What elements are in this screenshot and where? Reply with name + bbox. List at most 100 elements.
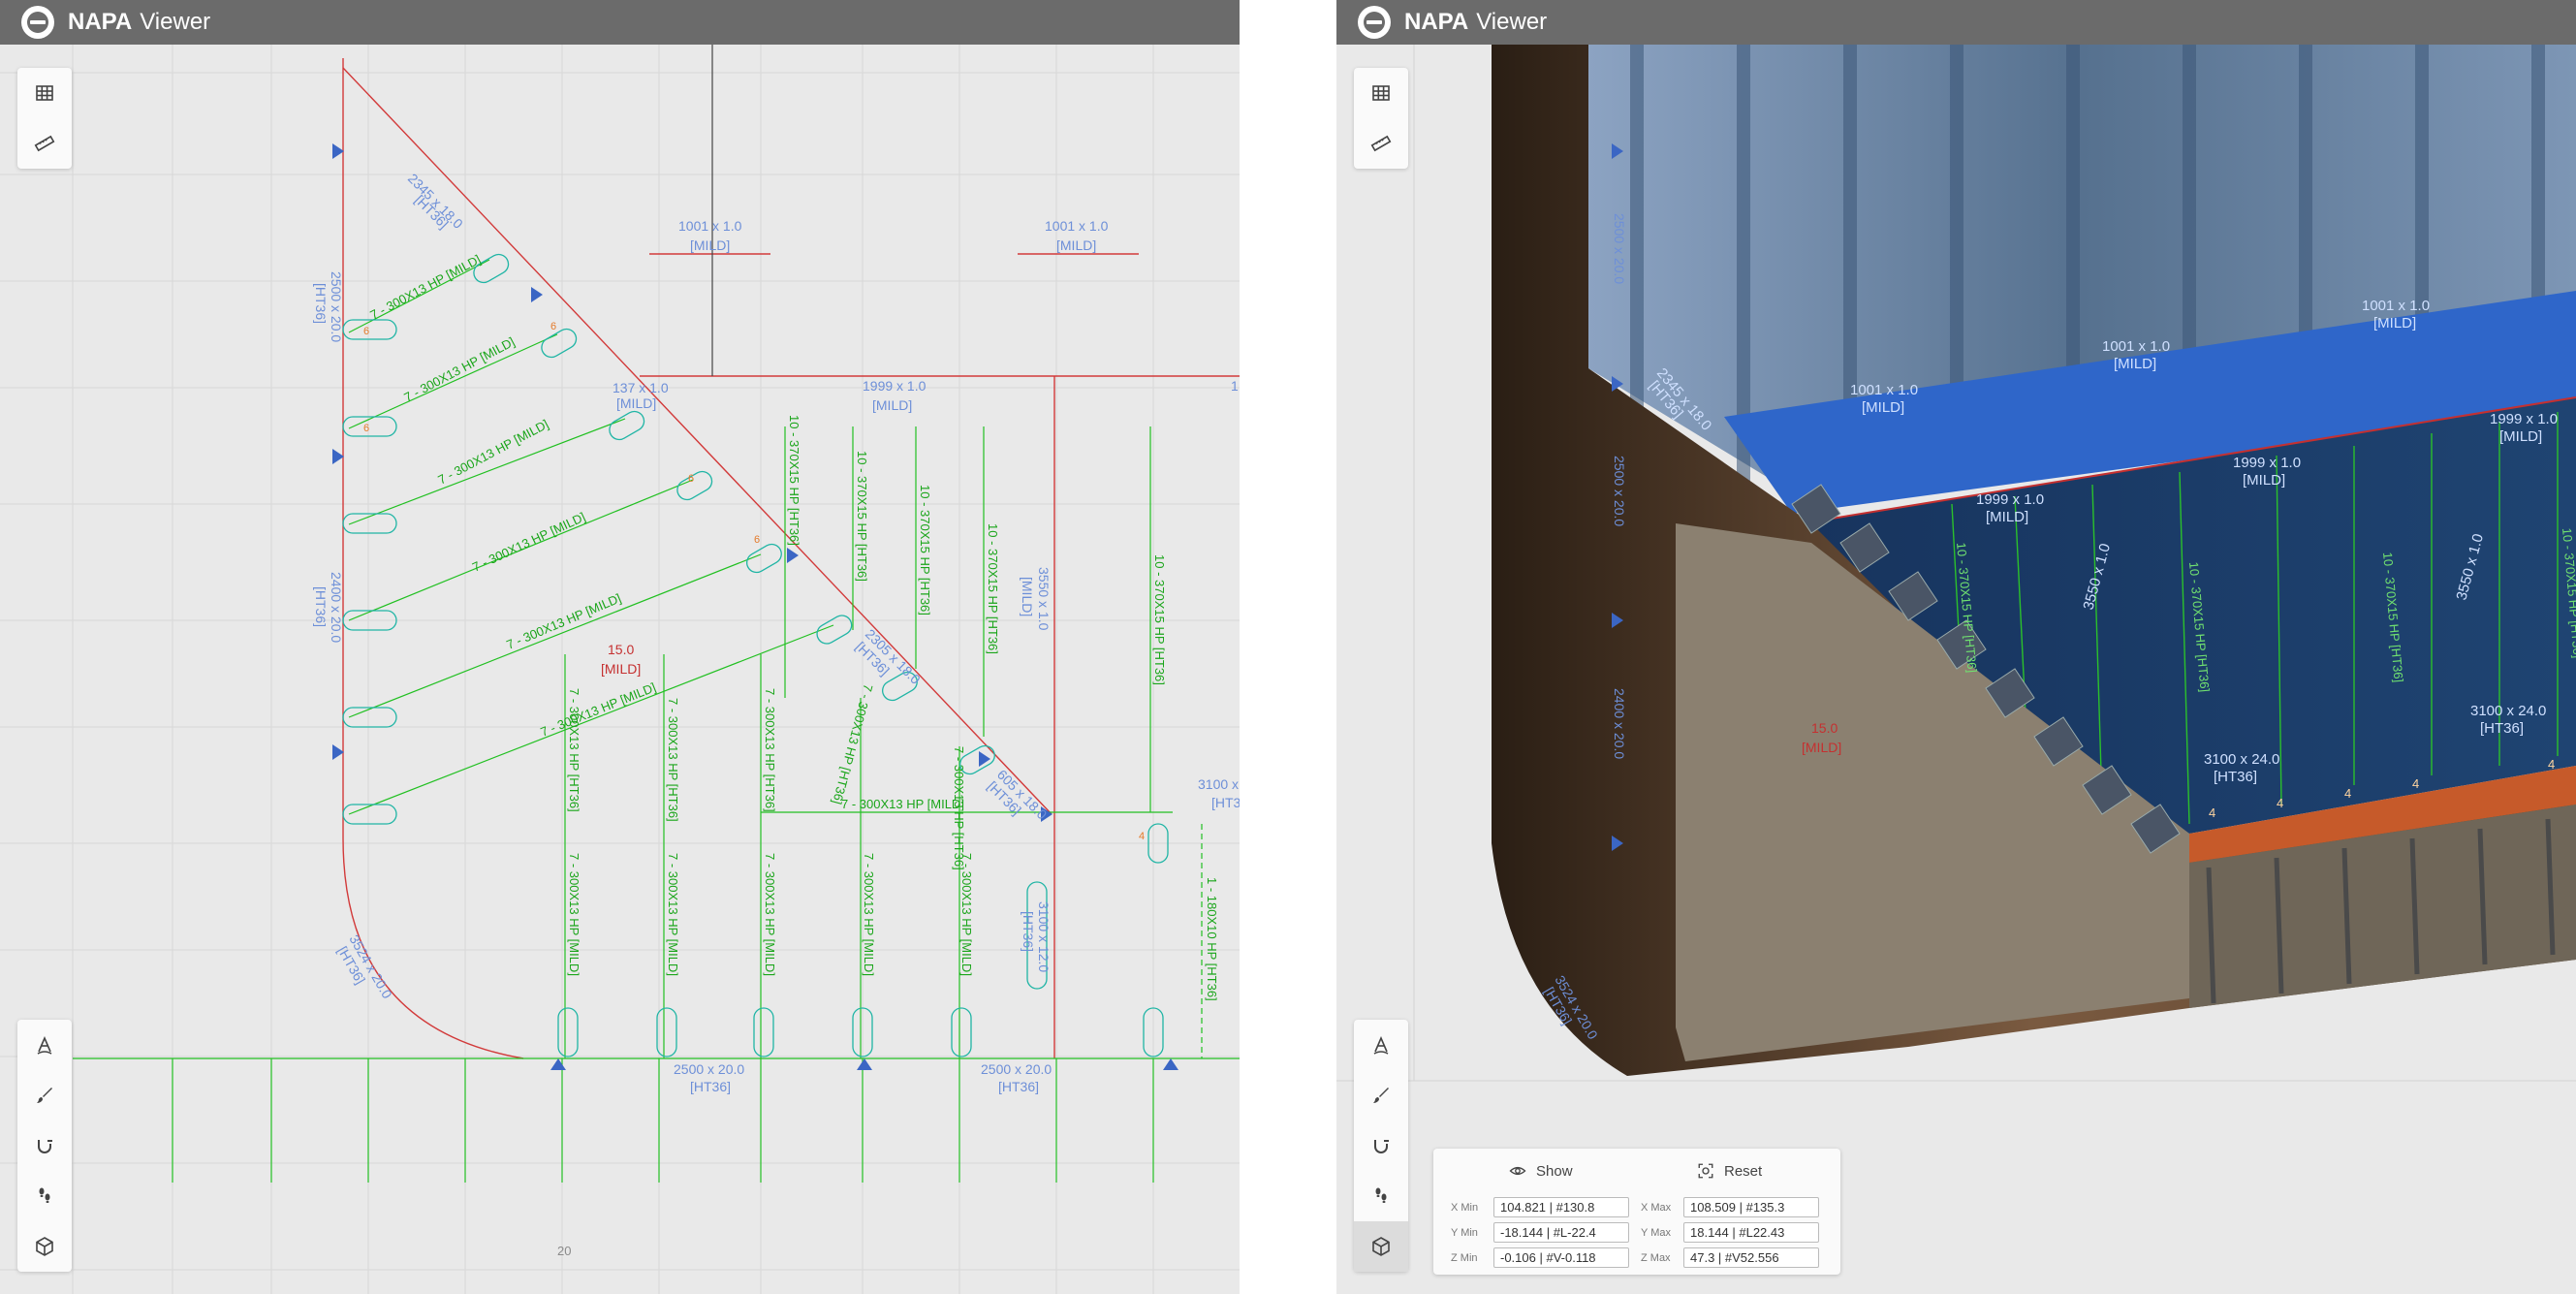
svg-text:2500 x 20.0: 2500 x 20.0: [329, 271, 344, 342]
walk-button[interactable]: [17, 1171, 72, 1221]
brand-name: NAPA: [1404, 9, 1469, 35]
svg-text:7 - 300X13 HP [MILD]: 7 - 300X13 HP [MILD]: [841, 797, 964, 811]
svg-text:1: 1: [1231, 378, 1239, 394]
svg-text:1001 x 1.0: 1001 x 1.0: [1045, 218, 1109, 234]
x-max-field[interactable]: [1683, 1197, 1819, 1217]
svg-text:4: 4: [2277, 796, 2283, 810]
napa-logo: [1358, 6, 1391, 39]
svg-text:2500 x 20.0: 2500 x 20.0: [1612, 213, 1627, 284]
svg-text:7 - 300X13 HP [HT36]: 7 - 300X13 HP [HT36]: [666, 698, 680, 822]
measure-button[interactable]: [17, 118, 72, 169]
y-max-label: Y Max: [1641, 1226, 1671, 1239]
svg-text:1999 x 1.0: 1999 x 1.0: [2233, 455, 2301, 471]
text-tool-icon: [1373, 1035, 1389, 1055]
3d-view-button[interactable]: [17, 1221, 72, 1272]
z-min-label: Z Min: [1451, 1251, 1478, 1264]
svg-text:1 - 180X10 HP [HT36]: 1 - 180X10 HP [HT36]: [1205, 877, 1219, 1001]
svg-text:[MILD]: [MILD]: [2243, 472, 2285, 489]
svg-text:4: 4: [2412, 776, 2419, 791]
svg-text:[HT36]: [HT36]: [2480, 720, 2524, 737]
svg-text:7 - 300X13 HP [MILD]: 7 - 300X13 HP [MILD]: [567, 853, 581, 976]
svg-text:[HT36]: [HT36]: [690, 1079, 731, 1094]
x-min-field[interactable]: [1493, 1197, 1629, 1217]
brush-button[interactable]: [17, 1070, 72, 1120]
eye-icon: [1509, 1166, 1526, 1176]
magnet-icon: [38, 1140, 52, 1153]
clip-box-panel: Show Reset X Min X Max Y Min Y Max Z Min…: [1433, 1149, 1840, 1275]
y-max-field[interactable]: [1683, 1222, 1819, 1243]
svg-text:2500 x 20.0: 2500 x 20.0: [674, 1061, 744, 1077]
svg-text:10 - 370X15 HP [HT36]: 10 - 370X15 HP [HT36]: [855, 451, 869, 582]
reset-label: Reset: [1724, 1162, 1763, 1180]
text-tool-button[interactable]: [17, 1020, 72, 1070]
x-max-label: X Max: [1641, 1201, 1672, 1214]
measure-button[interactable]: [1354, 118, 1408, 169]
view-toolbar: [17, 68, 72, 169]
svg-text:3550 x 1.0: 3550 x 1.0: [1036, 567, 1052, 631]
svg-text:1001 x 1.0: 1001 x 1.0: [2102, 338, 2170, 355]
snap-button[interactable]: [17, 1120, 72, 1171]
brush-button[interactable]: [1354, 1070, 1408, 1120]
brush-icon: [37, 1088, 52, 1103]
svg-text:4: 4: [1139, 831, 1145, 842]
svg-text:[MILD]: [MILD]: [2373, 315, 2416, 331]
y-min-row: Y Min: [1451, 1222, 1629, 1243]
magnet-icon: [1374, 1140, 1389, 1153]
cube-icon: [1372, 1237, 1390, 1256]
text-tool-icon: [37, 1035, 52, 1055]
brush-icon: [1373, 1088, 1389, 1103]
reset-button[interactable]: Reset: [1697, 1162, 1762, 1180]
app-name: Viewer: [140, 9, 211, 35]
y-min-field[interactable]: [1493, 1222, 1629, 1243]
svg-text:6: 6: [550, 321, 556, 332]
svg-text:[MILD]: [MILD]: [690, 237, 730, 253]
x-min-label: X Min: [1451, 1201, 1479, 1214]
svg-text:6: 6: [688, 473, 694, 485]
z-min-row: Z Min: [1451, 1247, 1629, 1268]
svg-text:3100 x 12.0: 3100 x 12.0: [1036, 901, 1052, 972]
section-drawing[interactable]: 2345 x 18.0 [HT36] 2500 x 20.0 [HT36] 24…: [0, 0, 1240, 1294]
app-name: Viewer: [1476, 9, 1548, 35]
text-tool-button[interactable]: [1354, 1020, 1408, 1070]
3d-thickness-value: 15.0: [1811, 720, 1838, 736]
ruler-icon: [1370, 135, 1392, 152]
brand-name: NAPA: [68, 9, 133, 35]
snap-button[interactable]: [1354, 1120, 1408, 1171]
z-max-row: Z Max: [1641, 1247, 1819, 1268]
left-viewer[interactable]: 2345 x 18.0 [HT36] 2500 x 20.0 [HT36] 24…: [0, 0, 1240, 1294]
show-label: Show: [1536, 1162, 1573, 1180]
svg-text:6: 6: [363, 423, 369, 434]
svg-text:4: 4: [2344, 786, 2351, 801]
y-max-row: Y Max: [1641, 1222, 1819, 1243]
y-min-label: Y Min: [1451, 1226, 1478, 1239]
svg-text:[MILD]: [MILD]: [616, 395, 656, 411]
svg-text:10 - 370X15 HP [HT36]: 10 - 370X15 HP [HT36]: [1152, 554, 1167, 685]
3d-model[interactable]: 1001 x 1.0 [MILD] 1001 x 1.0 [MILD] 1001…: [1336, 0, 2576, 1294]
grid-button[interactable]: [1354, 68, 1408, 118]
frame-number: 20: [557, 1244, 571, 1258]
svg-text:[MILD]: [MILD]: [872, 397, 912, 413]
svg-text:7 - 300X13 HP [MILD]: 7 - 300X13 HP [MILD]: [401, 334, 517, 405]
svg-text:[HT36]: [HT36]: [313, 586, 329, 627]
svg-text:7 - 300X13 HP [HT36]: 7 - 300X13 HP [HT36]: [567, 688, 581, 812]
svg-text:7 - 300X13 HP [MILD]: 7 - 300X13 HP [MILD]: [959, 853, 974, 976]
svg-text:7 - 300X13 HP [MILD]: 7 - 300X13 HP [MILD]: [666, 853, 680, 976]
svg-text:2500 x 20.0: 2500 x 20.0: [981, 1061, 1052, 1077]
z-min-field[interactable]: [1493, 1247, 1629, 1268]
show-button[interactable]: Show: [1509, 1162, 1573, 1180]
3d-view-button[interactable]: [1354, 1221, 1408, 1272]
stiffener-labels: 7 - 300X13 HP [MILD] 7 - 300X13 HP [MILD…: [367, 252, 1219, 1001]
z-max-field[interactable]: [1683, 1247, 1819, 1268]
titlebar: NAPA Viewer: [0, 0, 1240, 45]
3d-thickness-grade: [MILD]: [1802, 740, 1841, 755]
svg-text:1001 x 1.0: 1001 x 1.0: [1850, 382, 1918, 398]
x-max-row: X Max: [1641, 1197, 1819, 1217]
svg-text:3100 x: 3100 x: [1198, 776, 1239, 792]
svg-text:[HT36]: [HT36]: [313, 283, 329, 324]
right-viewer[interactable]: 1001 x 1.0 [MILD] 1001 x 1.0 [MILD] 1001…: [1336, 0, 2576, 1294]
grid-button[interactable]: [17, 68, 72, 118]
walk-button[interactable]: [1354, 1171, 1408, 1221]
svg-text:1999 x 1.0: 1999 x 1.0: [2490, 411, 2558, 427]
svg-text:[MILD]: [MILD]: [1020, 577, 1035, 616]
bottom-structure: [73, 811, 1240, 1183]
